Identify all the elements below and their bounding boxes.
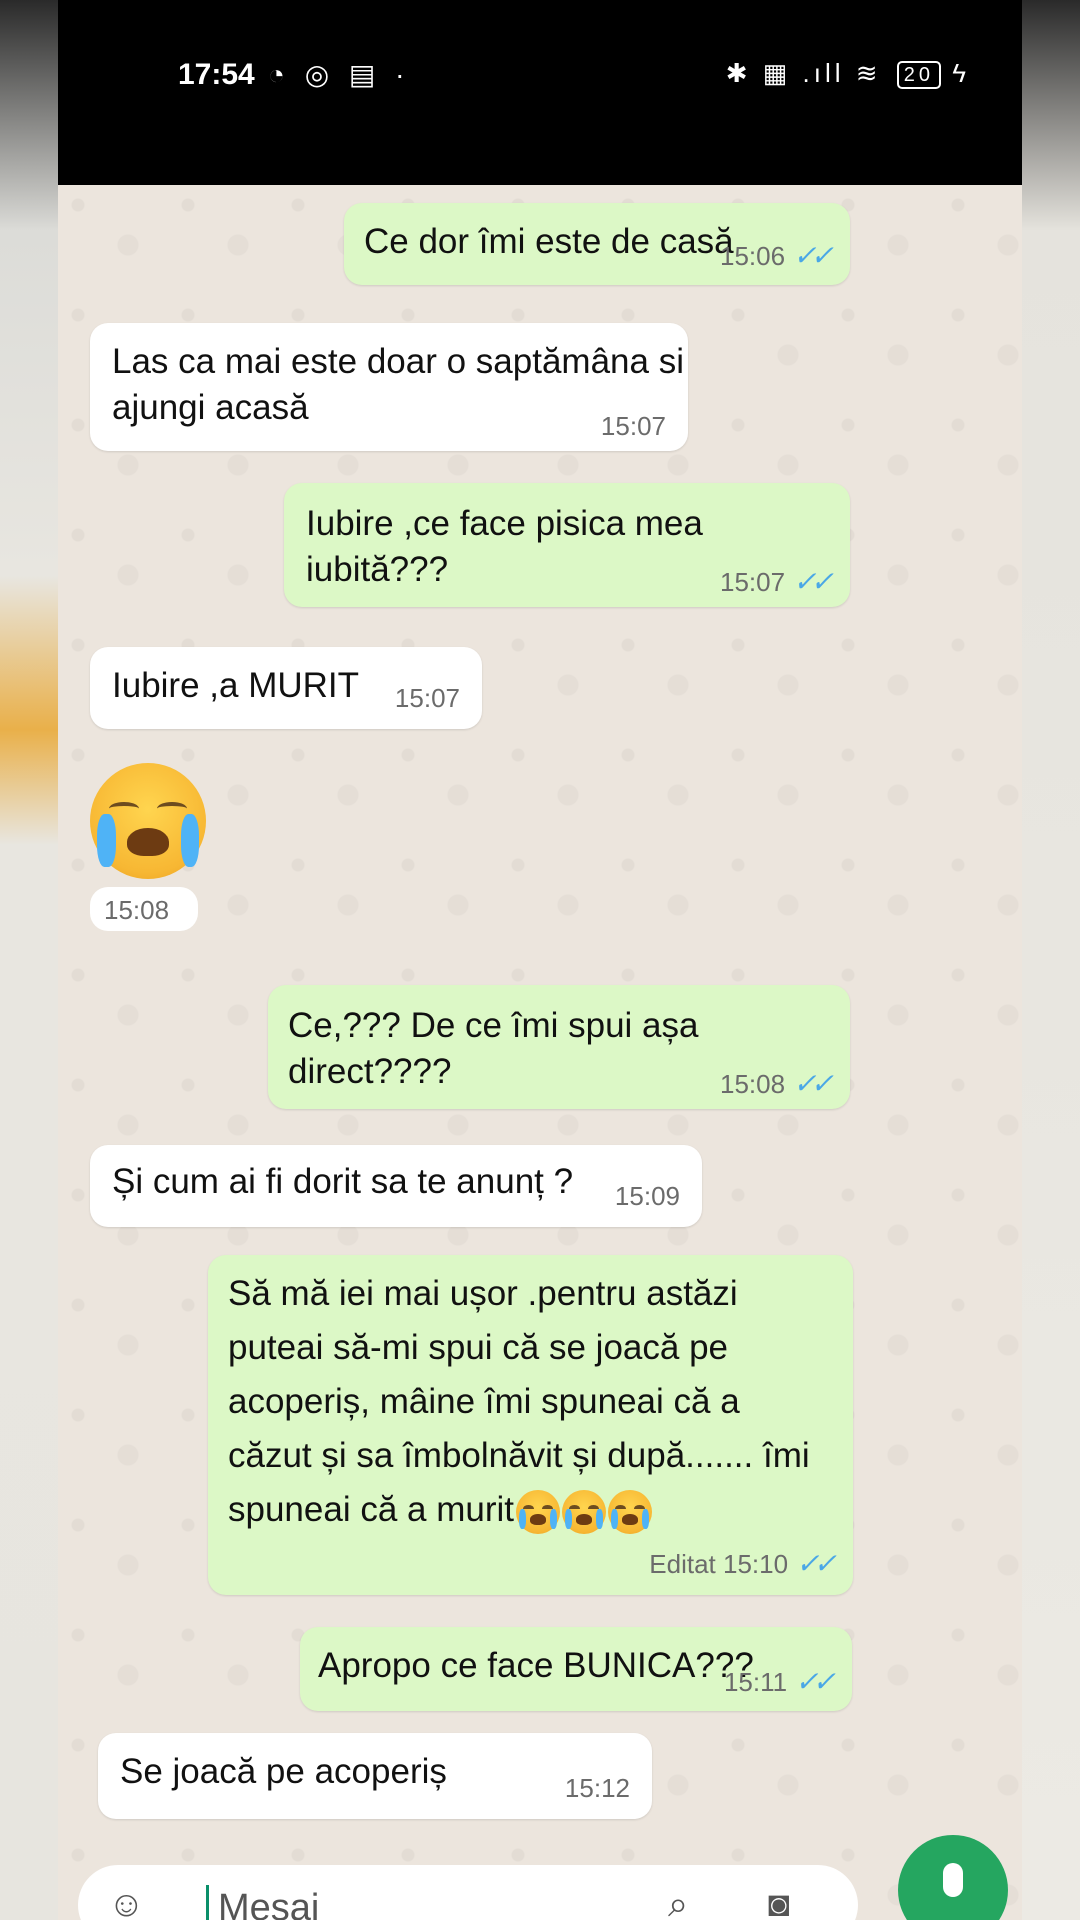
loudly-crying-face-icon: [515, 1489, 560, 1534]
message-bubble-outgoing[interactable]: Ce dor îmi este de casă 15:06 ✓✓: [344, 203, 850, 285]
message-text: Apropo ce face BUNICA???: [318, 1646, 754, 1685]
emoji-time-pill: 15:08: [90, 887, 198, 931]
blurred-background-left: [0, 0, 58, 1920]
charging-icon: ϟ: [952, 58, 970, 88]
message-time: 15:06: [720, 241, 786, 271]
message-bubble-incoming[interactable]: Iubire ,a MURIT 15:07: [90, 647, 482, 729]
signal-wifi-icons: ✱ ▦ .ıll ≋: [725, 58, 882, 88]
message-text-line-with-emoji: spuneai că a murit: [228, 1487, 652, 1534]
microphone-icon: [943, 1863, 963, 1897]
loudly-crying-face-icon: [561, 1489, 606, 1534]
message-time: 15:08: [720, 1069, 786, 1099]
message-text: Iubire ,a MURIT: [112, 666, 359, 705]
battery-icon: 20: [896, 61, 941, 90]
message-time: 15:08: [104, 895, 170, 925]
status-bar: 17:54 ◔ ◎ ▤ · ✱ ▦ .ıll ≋ 20 ϟ: [58, 0, 1022, 185]
attach-icon[interactable]: ⌕: [668, 1883, 688, 1920]
message-input-bar: ☺ Mesaj ⌕ ◙: [58, 1835, 1022, 1920]
text-caret: [206, 1885, 209, 1920]
message-bubble-incoming[interactable]: Și cum ai fi dorit sa te anunț ? 15:09: [90, 1145, 702, 1227]
message-bubble-incoming[interactable]: Se joacă pe acoperiș 15:12: [98, 1733, 652, 1819]
message-text-line: căzut și sa îmbolnăvit și după....... îm…: [228, 1436, 810, 1475]
message-meta: 15:07 ✓✓: [720, 565, 834, 598]
emoji-icon[interactable]: ☺: [108, 1883, 145, 1920]
blurred-background-right: [1022, 0, 1080, 1920]
phone-screen: 17:54 ◔ ◎ ▤ · ✱ ▦ .ıll ≋ 20 ϟ Ce dor îmi…: [58, 0, 1022, 1920]
loudly-crying-face-icon: [607, 1489, 652, 1534]
message-time: 15:07: [720, 567, 786, 597]
read-ticks-icon: ✓✓: [793, 240, 834, 271]
message-text-line: ajungi acasă: [112, 388, 309, 427]
message-time: 15:07: [394, 683, 460, 713]
read-ticks-icon: ✓✓: [796, 1548, 837, 1579]
message-text-fragment: spuneai că a murit: [228, 1490, 514, 1529]
message-time: 15:10: [723, 1549, 789, 1579]
message-time: 15:07: [600, 411, 666, 441]
message-text-line: acoperiș, mâine îmi spuneai că a: [228, 1382, 740, 1421]
message-meta: Editat 15:10 ✓✓: [649, 1547, 837, 1580]
status-time: 17:54: [178, 58, 255, 91]
message-text: Se joacă pe acoperiș: [120, 1752, 447, 1791]
message-meta: 15:11 ✓✓: [723, 1665, 836, 1698]
read-ticks-icon: ✓✓: [793, 1068, 834, 1099]
notification-icons: ◔ ◎ ▤ ·: [268, 59, 411, 90]
camera-icon[interactable]: ◙: [768, 1883, 790, 1920]
message-time: 15:11: [723, 1667, 788, 1697]
message-text: Ce dor îmi este de casă: [364, 222, 734, 261]
message-text-line: puteai să-mi spui că se joacă pe: [228, 1328, 728, 1367]
message-text-line: Las ca mai este doar o saptămâna si: [112, 342, 684, 381]
message-meta: 15:06 ✓✓: [720, 239, 834, 272]
read-ticks-icon: ✓✓: [793, 566, 834, 597]
emoji-message[interactable]: 15:08: [90, 763, 250, 933]
message-bubble-incoming[interactable]: Las ca mai este doar o saptămâna si ajun…: [90, 323, 688, 451]
message-text: Și cum ai fi dorit sa te anunț ?: [112, 1162, 574, 1201]
message-bubble-outgoing[interactable]: Ce,??? De ce îmi spui așa direct???? 15:…: [268, 985, 850, 1109]
connectivity-icons: ✱ ▦ .ıll ≋ 20 ϟ: [725, 58, 970, 90]
message-time: 15:12: [564, 1773, 630, 1803]
message-text-line: Să mă iei mai ușor .pentru astăzi: [228, 1274, 738, 1313]
message-time: 15:09: [614, 1181, 680, 1211]
loudly-crying-face-icon: [90, 763, 206, 879]
message-bubble-outgoing[interactable]: Iubire ,ce face pisica mea iubită??? 15:…: [284, 483, 850, 607]
message-meta: 15:08 ✓✓: [720, 1067, 834, 1100]
message-bubble-outgoing[interactable]: Apropo ce face BUNICA??? 15:11 ✓✓: [300, 1627, 852, 1711]
message-bubble-outgoing[interactable]: Să mă iei mai ușor .pentru astăzi puteai…: [208, 1255, 853, 1595]
edited-label: Editat: [649, 1549, 716, 1579]
chat-thread[interactable]: Ce dor îmi este de casă 15:06 ✓✓ Las ca m…: [58, 185, 1022, 1920]
message-input[interactable]: ☺ Mesaj ⌕ ◙: [78, 1865, 858, 1920]
message-placeholder: Mesaj: [218, 1887, 320, 1920]
read-ticks-icon: ✓✓: [795, 1666, 836, 1697]
